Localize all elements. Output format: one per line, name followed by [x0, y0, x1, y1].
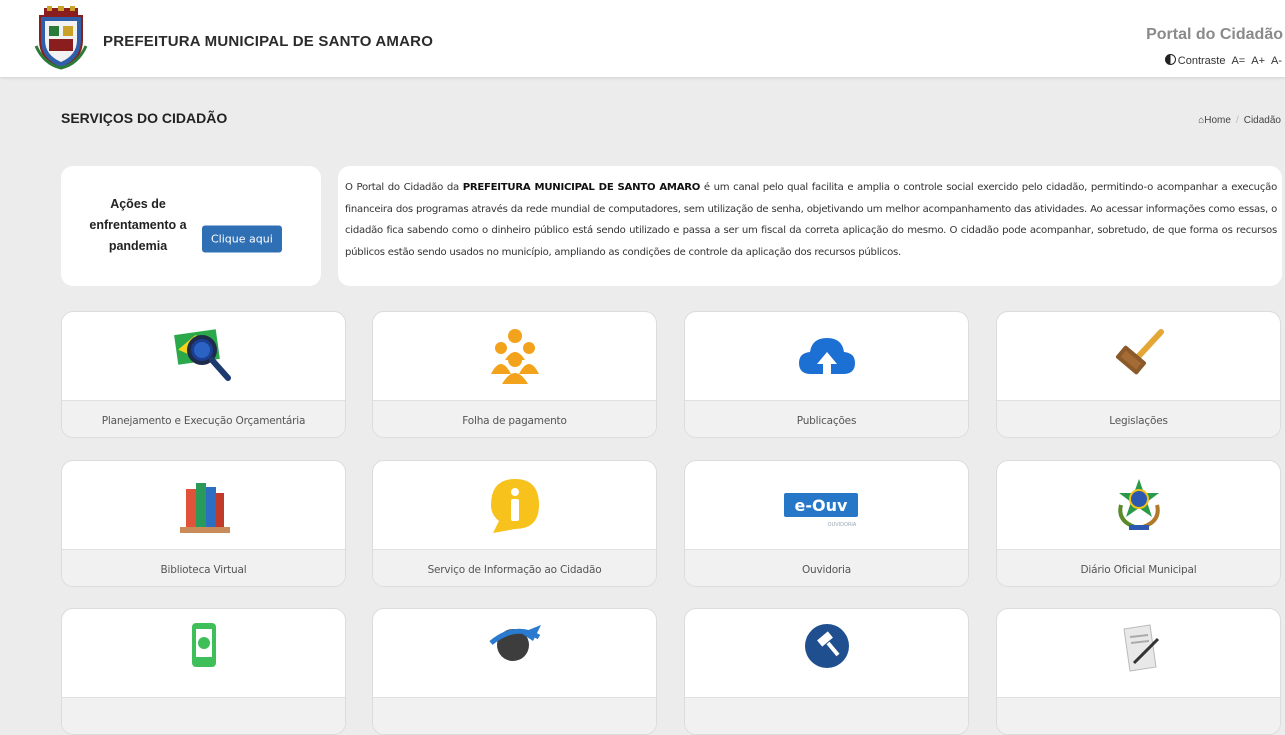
travel-airplane-icon	[488, 625, 541, 661]
tile-label: Ouvidoria	[685, 549, 968, 586]
tile-legislacoes[interactable]: Legislações	[996, 311, 1281, 438]
money-phone-icon	[191, 623, 216, 667]
accessibility-toolbar: Contraste A= A+ A-	[1164, 54, 1282, 67]
tile-ouvidoria[interactable]: e-Ouv OUVIDORIA Ouvidoria	[684, 460, 969, 587]
breadcrumb: ⌂Home / Cidadão	[1198, 115, 1281, 126]
tile-row3-3[interactable]	[684, 608, 969, 735]
breadcrumb-separator: /	[1235, 115, 1239, 126]
tile-icon-area	[997, 461, 1280, 549]
brazil-magnifier-icon	[173, 329, 231, 381]
font-reset-button[interactable]: A=	[1231, 55, 1245, 67]
tile-row3-1[interactable]	[61, 608, 346, 735]
tile-icon-area	[62, 461, 345, 549]
contrast-label: Contraste	[1177, 55, 1226, 67]
tile-label	[62, 697, 345, 734]
tile-icon-area	[62, 609, 345, 697]
tile-label: Folha de pagamento	[373, 400, 656, 437]
e-ouv-logo-icon: e-Ouv OUVIDORIA	[783, 493, 858, 528]
people-group-icon	[490, 329, 539, 384]
tile-label: Publicações	[685, 400, 968, 437]
tile-sic[interactable]: Serviço de Informação ao Cidadão	[372, 460, 657, 587]
tile-label: Diário Oficial Municipal	[997, 549, 1280, 586]
tile-label: Planejamento e Execução Orçamentária	[62, 400, 345, 437]
pandemic-card: Ações de enfrentamento a pandemia Clique…	[61, 166, 321, 286]
tile-icon-area	[62, 312, 345, 400]
e-ouv-subtext: OUVIDORIA	[827, 522, 856, 528]
cloud-upload-icon	[798, 338, 855, 374]
contrast-toggle[interactable]: Contraste	[1164, 54, 1226, 67]
pandemic-card-text: Ações de enfrentamento a pandemia	[89, 197, 187, 253]
site-title[interactable]: PREFEITURA MUNICIPAL DE SANTO AMARO	[103, 33, 433, 50]
books-icon	[179, 483, 230, 533]
tile-icon-area	[685, 312, 968, 400]
auction-gavel-icon	[804, 624, 849, 668]
portal-title: Portal do Cidadão	[1146, 26, 1283, 43]
tile-diario-oficial[interactable]: Diário Oficial Municipal	[996, 460, 1281, 587]
tile-label: Legislações	[997, 400, 1280, 437]
info-bubble-icon	[490, 479, 539, 533]
breadcrumb-home[interactable]: ⌂Home	[1198, 115, 1231, 126]
tile-label: Serviço de Informação ao Cidadão	[373, 549, 656, 586]
tile-label	[685, 697, 968, 734]
tile-row3-4[interactable]	[996, 608, 1281, 735]
tile-icon-area	[997, 312, 1280, 400]
tile-planejamento[interactable]: Planejamento e Execução Orçamentária	[61, 311, 346, 438]
municipal-crest-icon[interactable]	[34, 6, 88, 70]
tile-icon-area	[685, 609, 968, 697]
page-title: SERVIÇOS DO CIDADÃO	[61, 110, 228, 126]
tile-row3-2[interactable]	[372, 608, 657, 735]
tile-label	[997, 697, 1280, 734]
breadcrumb-home-label: Home	[1204, 115, 1231, 126]
document-pen-icon	[1122, 624, 1159, 672]
tile-icon-area	[373, 609, 656, 697]
intro-card: O Portal do Cidadão da PREFEITURA MUNICI…	[338, 166, 1282, 286]
font-increase-button[interactable]: A+	[1251, 55, 1265, 67]
brazil-coat-of-arms-icon	[1117, 479, 1160, 530]
intro-text-part1: O Portal do Cidadão da	[345, 182, 463, 193]
contrast-icon	[1164, 54, 1176, 65]
tile-label: Biblioteca Virtual	[62, 549, 345, 586]
tile-icon-area: e-Ouv OUVIDORIA	[685, 461, 968, 549]
tile-publicacoes[interactable]: Publicações	[684, 311, 969, 438]
pandemic-click-here-button[interactable]: Clique aqui	[202, 225, 282, 253]
font-decrease-button[interactable]: A-	[1271, 55, 1282, 67]
tile-icon-area	[373, 312, 656, 400]
gavel-icon	[1115, 329, 1164, 375]
e-ouv-text: e-Ouv	[794, 496, 847, 515]
breadcrumb-current: Cidadão	[1243, 115, 1281, 126]
intro-text-bold: PREFEITURA MUNICIPAL DE SANTO AMARO	[462, 182, 701, 193]
intro-text-part2: é um canal pelo qual facilita e amplia o…	[345, 182, 1277, 258]
top-header: PREFEITURA MUNICIPAL DE SANTO AMARO Port…	[0, 0, 1285, 77]
intro-text: O Portal do Cidadão da PREFEITURA MUNICI…	[345, 177, 1277, 263]
tile-icon-area	[997, 609, 1280, 697]
tile-icon-area	[373, 461, 656, 549]
tile-label	[373, 697, 656, 734]
tile-biblioteca[interactable]: Biblioteca Virtual	[61, 460, 346, 587]
tile-folha-pagamento[interactable]: Folha de pagamento	[372, 311, 657, 438]
